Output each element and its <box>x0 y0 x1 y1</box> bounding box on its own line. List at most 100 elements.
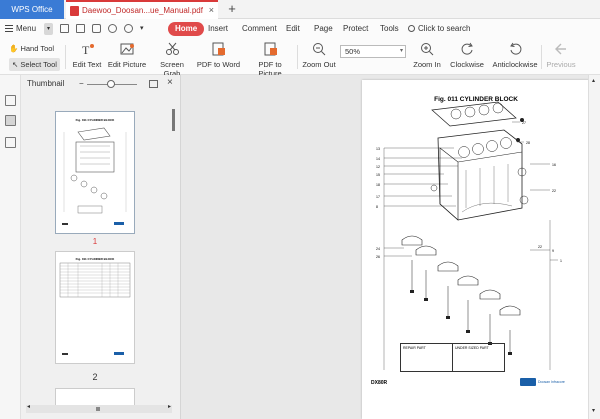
new-tab-button[interactable]: + <box>225 0 239 19</box>
horizontal-scroll-thumb[interactable] <box>96 407 100 411</box>
clockwise-button[interactable]: Clockwise <box>449 42 485 69</box>
anticlockwise-button[interactable]: Anticlockwise <box>492 42 538 69</box>
svg-text:18: 18 <box>376 183 380 187</box>
thumbnail-slider-handle[interactable] <box>107 80 115 88</box>
pdf-to-word-button[interactable]: PDF to Word <box>196 42 241 69</box>
scissors-icon <box>165 42 180 56</box>
thumbnail-header: Thumbnail − × <box>21 75 181 92</box>
thumbnail-panel: Thumbnail − × Fig. 011 CYLINDER BLOCK 1 … <box>21 75 181 419</box>
select-tool-button[interactable]: ↖ Select Tool <box>9 58 60 71</box>
redo-icon[interactable] <box>124 24 133 33</box>
attachment-panel-icon[interactable] <box>5 137 16 148</box>
edit-text-label: Edit Text <box>72 60 102 69</box>
svg-text:17: 17 <box>376 195 380 199</box>
scroll-left-icon[interactable]: ◂ <box>27 403 30 410</box>
edit-picture-button[interactable]: Edit Picture <box>107 42 147 69</box>
scroll-up-icon[interactable]: ▴ <box>592 77 595 84</box>
edit-text-button[interactable]: T Edit Text <box>70 42 104 69</box>
undo-icon[interactable] <box>108 24 117 33</box>
thumbnail-page-number-1: 1 <box>92 237 98 246</box>
rotate-anticlockwise-icon <box>508 42 523 56</box>
svg-text:27: 27 <box>522 121 526 125</box>
search-label: Click to search <box>418 24 471 33</box>
more-dropdown-icon[interactable]: ▾ <box>140 24 149 33</box>
menu-edit[interactable]: Edit <box>286 22 300 36</box>
menu-home[interactable]: Home <box>168 22 205 36</box>
document-tab-label: Daewoo_Doosan...ue_Manual.pdf <box>82 6 203 15</box>
previous-label: Previous <box>546 60 576 69</box>
print-icon[interactable] <box>92 24 101 33</box>
menu-comment[interactable]: Comment <box>242 22 277 36</box>
edit-text-icon: T <box>80 42 95 57</box>
thumbnail-scrollbar[interactable] <box>170 95 178 413</box>
svg-text:22: 22 <box>538 245 542 249</box>
svg-text:9: 9 <box>552 249 554 253</box>
previous-button[interactable]: Previous <box>545 42 577 69</box>
zoom-level-select[interactable]: 50% ▾ <box>340 45 406 58</box>
select-tool-label: Select Tool <box>20 60 57 69</box>
bookmark-panel-icon[interactable] <box>5 95 16 106</box>
svg-text:15: 15 <box>376 173 380 177</box>
anticlockwise-label: Anticlockwise <box>492 60 538 69</box>
thumb-zoom-out-icon[interactable]: − <box>79 79 84 88</box>
pdf-to-picture-button[interactable]: PDF to Picture <box>247 42 293 78</box>
image-icon[interactable] <box>149 80 158 88</box>
document-viewer[interactable]: Fig. 011 CYLINDER BLOCK 13 14 12 15 18 1… <box>181 75 600 419</box>
chevron-down-icon: ▾ <box>399 48 403 54</box>
svg-text:24: 24 <box>376 247 380 251</box>
menu-tools[interactable]: Tools <box>380 22 399 36</box>
menu-protect[interactable]: Protect <box>343 22 368 36</box>
open-file-icon[interactable] <box>60 24 69 33</box>
thumbnail-panel-icon[interactable] <box>5 115 16 126</box>
ribbon-divider <box>65 45 66 69</box>
menu-button-label: Menu <box>16 24 37 33</box>
legend-repair-part: REPAIR PART <box>401 344 453 371</box>
model-code: DX80R <box>371 380 388 386</box>
document-scrollbar[interactable]: ▴ ▾ <box>588 75 600 419</box>
app-tab-wps-office[interactable]: WPS Office <box>0 0 64 19</box>
menu-button[interactable]: Menu <box>5 22 36 36</box>
thumbnail-horizontal-scrollbar[interactable]: ◂ ▸ <box>26 403 172 413</box>
menu-page[interactable]: Page <box>314 22 333 36</box>
zoom-out-icon <box>312 42 327 56</box>
scroll-right-icon[interactable]: ▸ <box>168 403 171 410</box>
menu-dropdown-icon[interactable]: ▾ <box>44 23 53 35</box>
svg-text:14: 14 <box>376 157 380 161</box>
exploded-parts-diagram: 13 14 12 15 18 17 8 24 26 27 28 16 22 9 1 22 <box>376 101 562 370</box>
clockwise-label: Clockwise <box>450 60 484 69</box>
hamburger-icon <box>5 25 13 32</box>
zoom-in-button[interactable]: Zoom In <box>412 42 442 69</box>
thumbnail-page-1[interactable]: Fig. 011 CYLINDER BLOCK <box>55 111 135 234</box>
svg-text:26: 26 <box>376 255 380 259</box>
thumbnail-page-1-heading: Fig. 011 CYLINDER BLOCK <box>76 118 116 122</box>
zoom-in-label: Zoom In <box>413 60 441 69</box>
zoom-out-button[interactable]: Zoom Out <box>302 42 336 69</box>
parts-legend-box: REPAIR PART UNDER SIZED PART <box>400 343 505 372</box>
search-icon <box>408 25 415 32</box>
hand-tool-button[interactable]: ✋ Hand Tool <box>9 43 54 55</box>
screen-grab-button[interactable]: Screen Grab <box>151 42 193 78</box>
ribbon-divider <box>297 45 298 69</box>
thumbnail-scroll-thumb[interactable] <box>172 109 175 131</box>
search-box[interactable]: Click to search <box>408 22 470 36</box>
close-tab-icon[interactable]: × <box>209 2 214 19</box>
brand-name: Doosan Infracore <box>538 380 565 384</box>
ribbon-divider <box>541 45 542 69</box>
save-icon[interactable] <box>76 24 85 33</box>
document-tab[interactable]: Daewoo_Doosan...ue_Manual.pdf × <box>66 0 218 19</box>
scroll-down-icon[interactable]: ▾ <box>592 407 595 414</box>
thumbnail-page-2-preview: Fig. 011 CYLINDER BLOCK <box>59 257 131 355</box>
thumbnail-page-1-preview: Fig. 011 CYLINDER BLOCK <box>62 118 127 225</box>
pdf-file-icon <box>70 6 79 16</box>
close-panel-icon[interactable]: × <box>167 77 173 88</box>
menu-insert[interactable]: Insert <box>208 22 228 36</box>
thumbnail-page-2-heading: Fig. 011 CYLINDER BLOCK <box>76 257 116 261</box>
thumbnail-title: Thumbnail <box>27 79 65 88</box>
edit-picture-label: Edit Picture <box>107 60 147 69</box>
doosan-logo <box>520 378 536 386</box>
cursor-icon: ↖ <box>12 60 19 69</box>
thumbnail-page-2[interactable]: Fig. 011 CYLINDER BLOCK <box>55 251 135 364</box>
zoom-out-label: Zoom Out <box>302 60 336 69</box>
legend-repair-part-label: REPAIR PART <box>403 346 426 350</box>
svg-text:8: 8 <box>376 205 378 209</box>
